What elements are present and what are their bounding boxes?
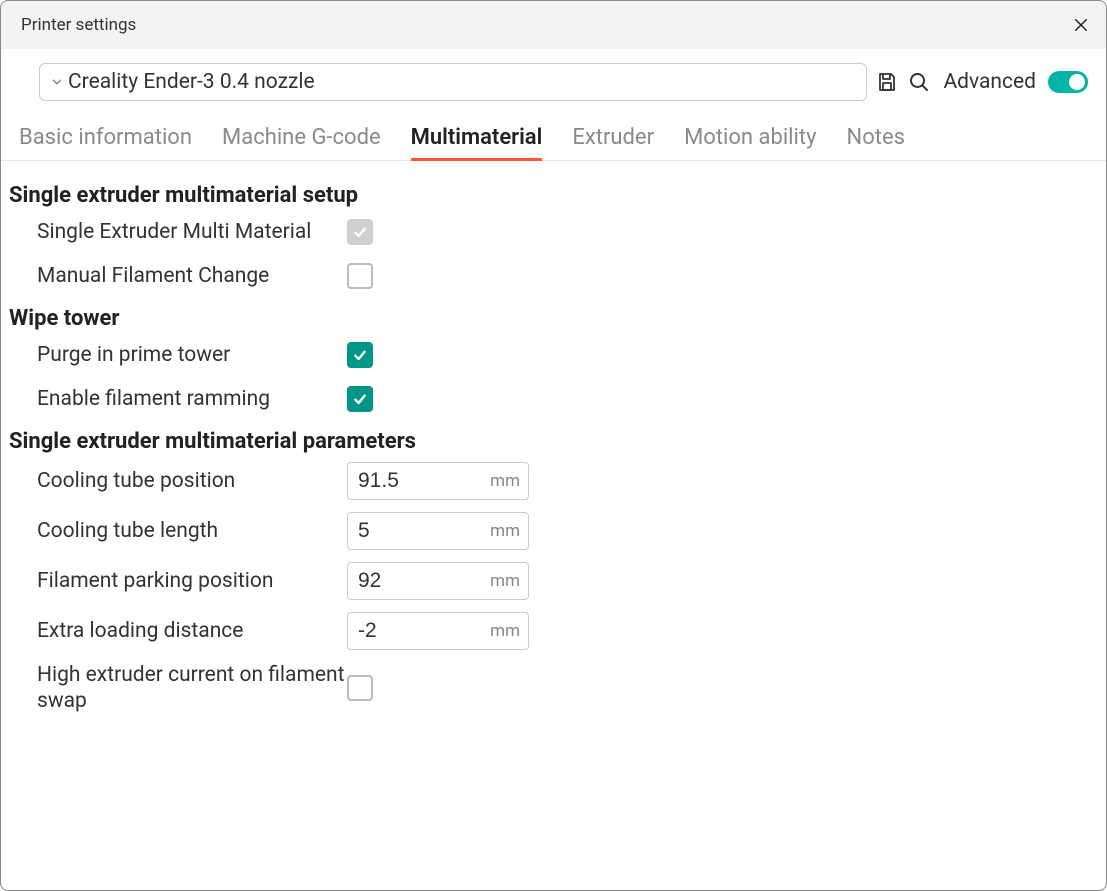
checkbox-ramming[interactable] xyxy=(347,386,373,412)
profile-name: Creality Ender-3 0.4 nozzle xyxy=(68,70,315,94)
input-extra-loading[interactable] xyxy=(348,613,528,649)
title-bar: Printer settings xyxy=(1,1,1106,49)
save-icon[interactable] xyxy=(875,70,899,94)
label-parking: Filament parking position xyxy=(37,568,347,594)
checkbox-manual-change[interactable] xyxy=(347,263,373,289)
row-cooling-pos: Cooling tube position mm xyxy=(7,456,1106,506)
label-purge: Purge in prime tower xyxy=(37,342,347,368)
row-cooling-len: Cooling tube length mm xyxy=(7,506,1106,556)
section-heading-params: Single extruder multimaterial parameters xyxy=(7,421,1106,456)
advanced-toggle[interactable] xyxy=(1048,71,1088,93)
row-manual-change: Manual Filament Change xyxy=(7,254,1106,298)
checkbox-semm[interactable] xyxy=(347,219,373,245)
input-wrap-parking: mm xyxy=(347,562,529,600)
content: Single extruder multimaterial setup Sing… xyxy=(1,161,1106,721)
profile-select[interactable]: Creality Ender-3 0.4 nozzle xyxy=(39,63,867,101)
input-wrap-cooling-pos: mm xyxy=(347,462,529,500)
label-manual-change: Manual Filament Change xyxy=(37,263,347,289)
chevron-down-icon xyxy=(50,75,64,89)
search-icon[interactable] xyxy=(907,70,931,94)
input-wrap-cooling-len: mm xyxy=(347,512,529,550)
label-high-current: High extruder current on filament swap xyxy=(37,662,347,715)
close-icon[interactable] xyxy=(1072,16,1090,34)
label-extra-loading: Extra loading distance xyxy=(37,618,347,644)
row-extra-loading: Extra loading distance mm xyxy=(7,606,1106,656)
label-cooling-len: Cooling tube length xyxy=(37,518,347,544)
row-parking: Filament parking position mm xyxy=(7,556,1106,606)
tab-basic[interactable]: Basic information xyxy=(19,121,192,160)
tabs: Basic information Machine G-code Multima… xyxy=(1,111,1106,161)
input-cooling-len[interactable] xyxy=(348,513,528,549)
input-wrap-extra-loading: mm xyxy=(347,612,529,650)
label-ramming: Enable filament ramming xyxy=(37,386,347,412)
tab-multimaterial[interactable]: Multimaterial xyxy=(411,121,543,160)
row-high-current: High extruder current on filament swap xyxy=(7,656,1106,721)
window-title: Printer settings xyxy=(21,15,136,35)
tab-notes[interactable]: Notes xyxy=(847,121,905,160)
tab-extruder[interactable]: Extruder xyxy=(572,121,654,160)
row-purge: Purge in prime tower xyxy=(7,333,1106,377)
row-ramming: Enable filament ramming xyxy=(7,377,1106,421)
input-parking[interactable] xyxy=(348,563,528,599)
profile-row: Creality Ender-3 0.4 nozzle Advanced xyxy=(1,49,1106,111)
section-heading-wipe: Wipe tower xyxy=(7,298,1106,333)
section-heading-setup: Single extruder multimaterial setup xyxy=(7,171,1106,210)
toggle-knob xyxy=(1069,74,1085,90)
label-cooling-pos: Cooling tube position xyxy=(37,468,347,494)
advanced-label: Advanced xyxy=(943,70,1036,94)
tab-motion[interactable]: Motion ability xyxy=(684,121,816,160)
tab-gcode[interactable]: Machine G-code xyxy=(222,121,381,160)
row-semm: Single Extruder Multi Material xyxy=(7,210,1106,254)
input-cooling-pos[interactable] xyxy=(348,463,528,499)
label-semm: Single Extruder Multi Material xyxy=(37,219,347,245)
checkbox-purge[interactable] xyxy=(347,342,373,368)
checkbox-high-current[interactable] xyxy=(347,675,373,701)
